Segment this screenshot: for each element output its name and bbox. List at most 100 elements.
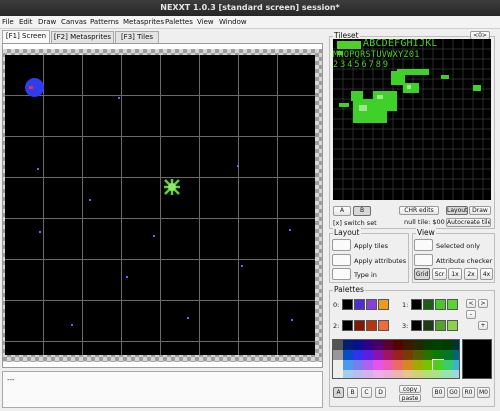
nes-color-cell[interactable]	[373, 360, 383, 370]
zoom-2x-button[interactable]: 2x	[464, 268, 478, 280]
palette-2-color-3[interactable]	[378, 320, 389, 331]
nes-color-cell[interactable]	[453, 360, 459, 370]
nes-color-cell[interactable]	[413, 370, 423, 378]
nes-color-cell[interactable]	[363, 340, 373, 350]
nes-color-cell[interactable]	[433, 350, 443, 360]
bank-m0-button[interactable]: M0	[477, 387, 490, 398]
nes-color-cell[interactable]	[383, 360, 393, 370]
nes-color-cell[interactable]	[413, 360, 423, 370]
paste-palette-button[interactable]: paste	[399, 394, 421, 402]
palette-3-color-1[interactable]	[423, 320, 434, 331]
nes-color-cell[interactable]	[383, 370, 393, 378]
tileset-view[interactable]: ABCDEFGHIJKL MNOPQRSTUVWXYZ01 23456789	[333, 39, 491, 200]
nes-color-cell[interactable]	[453, 350, 459, 360]
layout-mode-button[interactable]: Layout	[446, 206, 468, 215]
nes-color-cell[interactable]	[453, 370, 459, 378]
nes-color-cell[interactable]	[433, 370, 443, 378]
bank-g0-button[interactable]: G0	[447, 387, 460, 398]
nes-color-cell[interactable]	[423, 360, 433, 370]
subpalette-c-button[interactable]: C	[361, 387, 372, 398]
palette-1-color-2[interactable]	[435, 299, 446, 310]
menu-metasprites[interactable]: Metasprites	[123, 18, 164, 26]
zoom-4x-button[interactable]: 4x	[480, 268, 493, 280]
autocreate-tiles-button[interactable]: Autocreate tiles	[446, 218, 491, 227]
scr-toggle-button[interactable]: Scr	[432, 268, 447, 280]
apply-tiles-toggle[interactable]	[332, 239, 351, 251]
nes-color-cell[interactable]	[413, 350, 423, 360]
nes-color-cell[interactable]	[353, 350, 363, 360]
tab-tiles[interactable]: [F3] Tiles	[115, 31, 159, 43]
palette-0-color-3[interactable]	[378, 299, 389, 310]
nes-color-cell[interactable]	[403, 340, 413, 350]
menu-window[interactable]: Window	[219, 18, 247, 26]
nes-color-cell[interactable]	[393, 350, 403, 360]
menu-draw[interactable]: Draw	[38, 18, 56, 26]
nes-color-cell[interactable]	[343, 370, 353, 378]
palette-1-color-0[interactable]	[411, 299, 422, 310]
palette-0-color-1[interactable]	[354, 299, 365, 310]
palette-2-color-0[interactable]	[342, 320, 353, 331]
nes-color-cell[interactable]	[343, 360, 353, 370]
subpalette-d-button[interactable]: D	[375, 387, 386, 398]
nes-color-cell[interactable]	[333, 360, 343, 370]
copy-palette-button[interactable]: copy	[399, 385, 421, 393]
subpalette-b-button[interactable]: B	[347, 387, 358, 398]
nes-color-cell[interactable]	[443, 360, 453, 370]
nes-color-cell[interactable]	[393, 340, 403, 350]
nes-color-cell[interactable]	[353, 360, 363, 370]
nes-color-cell[interactable]	[432, 359, 444, 371]
nes-color-cell[interactable]	[373, 340, 383, 350]
chr-edits-button[interactable]: CHR edits	[399, 206, 439, 215]
palette-next-button[interactable]: >	[478, 299, 488, 308]
nes-color-cell[interactable]	[403, 350, 413, 360]
draw-mode-button[interactable]: Draw	[469, 206, 491, 215]
nes-color-cell[interactable]	[403, 370, 413, 378]
palette-1-color-1[interactable]	[423, 299, 434, 310]
attribute-checker-toggle[interactable]	[414, 254, 433, 266]
nes-color-cell[interactable]	[363, 370, 373, 378]
nes-color-palette[interactable]	[332, 339, 460, 379]
nes-color-cell[interactable]	[413, 340, 423, 350]
palette-increase-button[interactable]: +	[478, 321, 488, 330]
nes-color-cell[interactable]	[423, 350, 433, 360]
subpalette-a-button[interactable]: A	[333, 387, 344, 398]
bank-a-button[interactable]: A	[333, 206, 351, 216]
grid-toggle-button[interactable]: Grid	[414, 268, 430, 280]
nes-color-cell[interactable]	[453, 340, 459, 350]
nes-color-cell[interactable]	[403, 360, 413, 370]
nes-color-cell[interactable]	[353, 370, 363, 378]
nes-color-cell[interactable]	[333, 340, 343, 350]
nes-color-cell[interactable]	[443, 340, 453, 350]
menu-view[interactable]: View	[197, 18, 214, 26]
menu-palettes[interactable]: Palettes	[165, 18, 193, 26]
palette-2-color-1[interactable]	[354, 320, 365, 331]
nes-color-cell[interactable]	[423, 340, 433, 350]
nes-color-cell[interactable]	[383, 340, 393, 350]
palette-prev-button[interactable]: <	[466, 299, 476, 308]
nes-color-cell[interactable]	[423, 370, 433, 378]
nes-color-cell[interactable]	[393, 360, 403, 370]
tab-screen[interactable]: [F1] Screen	[2, 30, 50, 43]
nes-color-cell[interactable]	[443, 350, 453, 360]
bank-b-button[interactable]: B	[353, 206, 371, 216]
zoom-1x-button[interactable]: 1x	[448, 268, 462, 280]
screen-canvas[interactable]	[5, 55, 315, 355]
nes-color-cell[interactable]	[433, 340, 443, 350]
nes-color-cell[interactable]	[343, 350, 353, 360]
switch-set-checkbox[interactable]: [x] switch set	[333, 219, 377, 227]
nes-color-cell[interactable]	[333, 350, 343, 360]
menu-file[interactable]: File	[2, 18, 14, 26]
palette-2-color-2[interactable]	[366, 320, 377, 331]
palette-3-color-3[interactable]	[447, 320, 458, 331]
nes-color-cell[interactable]	[383, 350, 393, 360]
menu-patterns[interactable]: Patterns	[90, 18, 119, 26]
nes-color-cell[interactable]	[333, 370, 343, 378]
nes-color-cell[interactable]	[373, 350, 383, 360]
nes-color-cell[interactable]	[363, 360, 373, 370]
menu-edit[interactable]: Edit	[19, 18, 33, 26]
palette-3-color-0[interactable]	[411, 320, 422, 331]
palette-decrease-button[interactable]: -	[466, 310, 476, 319]
nes-color-cell[interactable]	[393, 370, 403, 378]
nes-color-cell[interactable]	[343, 340, 353, 350]
palette-0-color-0[interactable]	[342, 299, 353, 310]
